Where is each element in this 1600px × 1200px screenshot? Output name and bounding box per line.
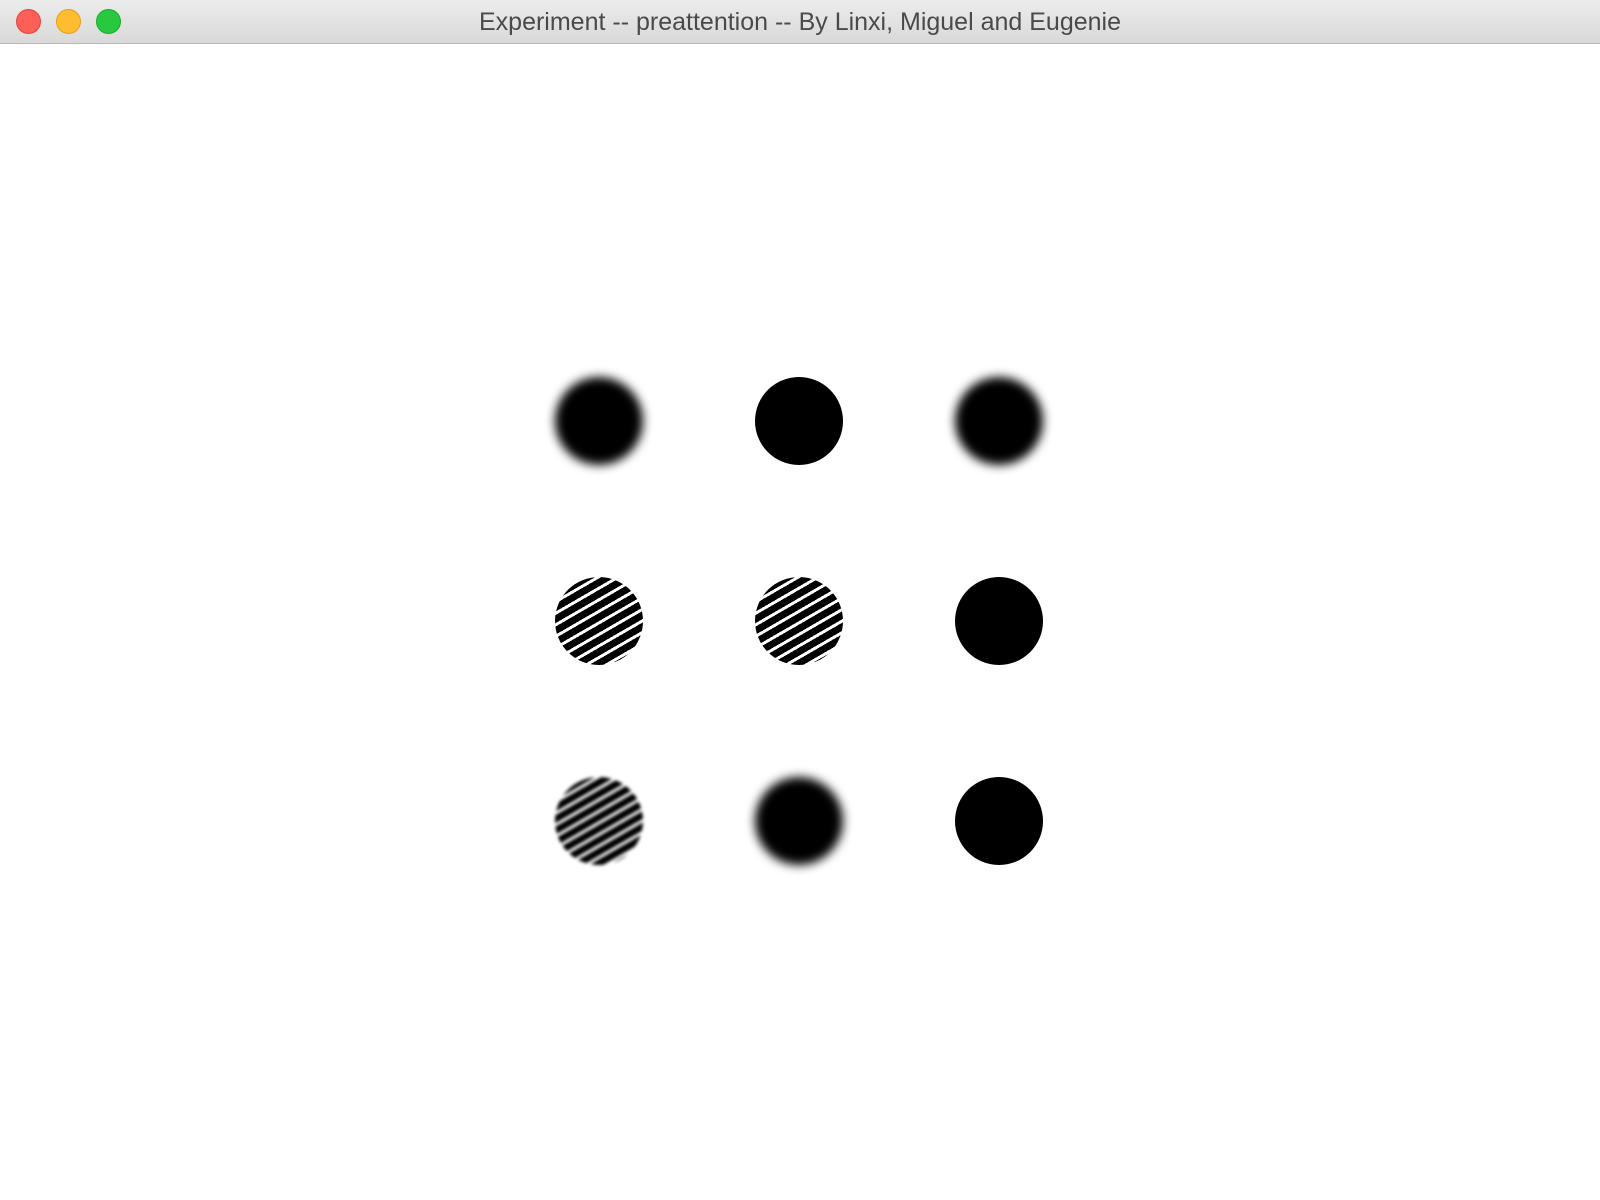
- stimulus-circle-r3-c2[interactable]: [755, 777, 843, 865]
- window-title: Experiment -- preattention -- By Linxi, …: [479, 8, 1121, 36]
- stimulus-circle-r2-c1[interactable]: [555, 577, 643, 665]
- stimulus-circle-r3-c1[interactable]: [555, 777, 643, 865]
- stimulus-circle-r1-c3[interactable]: [955, 377, 1043, 465]
- title-bar[interactable]: Experiment -- preattention -- By Linxi, …: [0, 0, 1600, 44]
- stimulus-circle-r1-c2[interactable]: [755, 377, 843, 465]
- stimulus-circle-r2-c2[interactable]: [755, 577, 843, 665]
- stimulus-circle-r1-c1[interactable]: [555, 377, 643, 465]
- stimulus-circle-r2-c3[interactable]: [955, 577, 1043, 665]
- app-window: Experiment -- preattention -- By Linxi, …: [0, 0, 1600, 1200]
- stimulus-circle-r3-c3[interactable]: [955, 777, 1043, 865]
- stimulus-canvas[interactable]: [0, 44, 1600, 1200]
